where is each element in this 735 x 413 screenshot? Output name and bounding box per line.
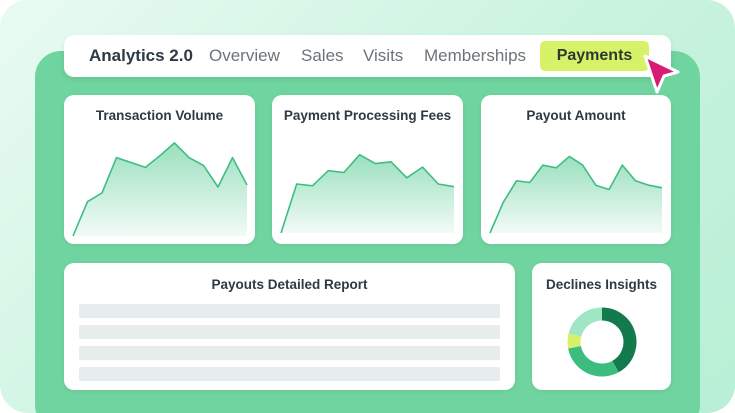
donut-slice: [568, 307, 603, 338]
area-fill: [73, 142, 247, 236]
area-fill: [490, 156, 662, 233]
card-title: Payouts Detailed Report: [211, 277, 368, 292]
declines-donut-chart: [567, 307, 637, 377]
report-row-placeholder: [79, 325, 500, 339]
tab-memberships[interactable]: Memberships: [424, 35, 526, 77]
donut-slice: [601, 307, 637, 373]
report-row-placeholder: [79, 367, 500, 381]
pointer-arrow-icon: [643, 54, 680, 94]
tab-payments[interactable]: Payments: [540, 41, 649, 71]
payout-amount-chart: [489, 155, 663, 234]
app-title: Analytics 2.0: [89, 46, 193, 65]
donut-slice: [568, 345, 619, 377]
transaction-volume-chart: [72, 142, 248, 237]
card-transaction-volume: Transaction Volume: [64, 95, 255, 244]
top-navbar: Analytics 2.0 Overview Sales Visits Memb…: [64, 35, 671, 77]
tab-overview[interactable]: Overview: [209, 35, 280, 77]
donut-slice: [567, 333, 582, 349]
card-processing-fees: Payment Processing Fees: [272, 95, 463, 244]
area-fill: [281, 154, 454, 233]
report-row-placeholder: [79, 304, 500, 318]
tab-sales[interactable]: Sales: [301, 35, 344, 77]
card-payout-amount: Payout Amount: [481, 95, 671, 244]
card-declines-insights: Declines Insights: [532, 263, 671, 390]
processing-fees-chart: [280, 153, 455, 234]
report-row-placeholder: [79, 346, 500, 360]
card-payouts-report: Payouts Detailed Report: [64, 263, 515, 390]
tab-visits[interactable]: Visits: [363, 35, 403, 77]
